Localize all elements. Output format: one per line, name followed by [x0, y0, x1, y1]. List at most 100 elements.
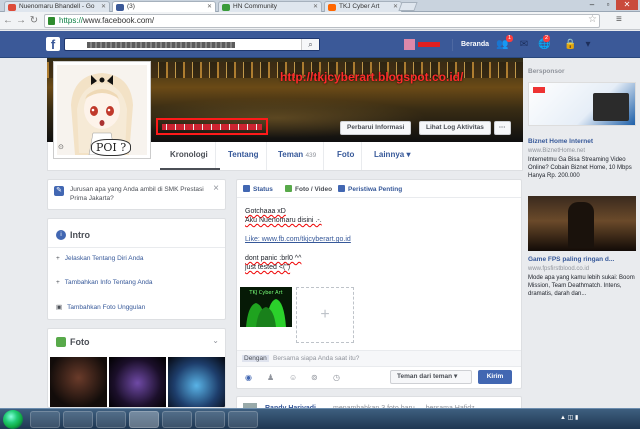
privacy-icon[interactable]: 🔒 [564, 39, 576, 50]
taskbar-explorer-icon[interactable] [63, 411, 93, 428]
hooded-figures-illustration: TKJ Cyber Art [240, 287, 292, 327]
reload-icon[interactable]: ↻ [28, 15, 40, 27]
describe-yourself-link[interactable]: + Jelaskan Tentang Diri Anda [56, 255, 143, 262]
taskbar-app-icon[interactable] [162, 411, 192, 428]
windows-taskbar: ▲ ◫ ▮ [0, 408, 640, 429]
post-button[interactable]: Kirim [478, 370, 512, 384]
plus-icon: + [56, 279, 60, 286]
location-icon[interactable]: ⊚ [311, 373, 318, 382]
close-window-icon[interactable]: ✕ [616, 0, 638, 10]
tag-person-icon[interactable]: ♟ [267, 373, 274, 382]
tab-label: Teman [278, 150, 304, 159]
tag-people-input[interactable]: Bersama siapa Anda saat itu? [273, 355, 359, 362]
username-redacted [418, 42, 440, 47]
search-input[interactable]: ⌕ [64, 38, 320, 51]
tab-label: Peristiwa Penting [348, 186, 403, 193]
close-icon[interactable]: ✕ [101, 3, 106, 10]
close-icon[interactable]: × [213, 183, 219, 194]
tab-life-event[interactable]: Peristiwa Penting [338, 185, 402, 193]
maximize-icon[interactable]: ▫ [600, 0, 616, 10]
tab-title: Nuenomaru Bhandell - Go [19, 3, 95, 10]
profile-shortcut[interactable] [404, 39, 440, 51]
tab-about[interactable]: Tentang [228, 142, 267, 170]
start-button[interactable] [3, 410, 23, 429]
taskbar-media-icon[interactable] [96, 411, 126, 428]
home-link[interactable]: Beranda [452, 39, 489, 51]
url-input[interactable]: https://www.facebook.com/ [44, 14, 600, 28]
ad-title[interactable]: Biznet Home Internet [528, 138, 593, 145]
question-text[interactable]: Jurusan apa yang Anda ambil di SMK Prest… [70, 185, 210, 203]
sponsored-column: Bersponsor Biznet Home Internet www.Bizn… [528, 68, 640, 378]
close-icon[interactable]: ✕ [393, 3, 398, 10]
bookmark-star-icon[interactable]: ☆ [588, 14, 597, 25]
tab-friends[interactable]: Teman 439 [278, 142, 325, 170]
link-label: Tambahkan Info Tentang Anda [64, 279, 153, 286]
minimize-icon[interactable]: – [584, 0, 600, 10]
browser-tab-google[interactable]: Nuenomaru Bhandell - Go ✕ [4, 1, 110, 12]
taskbar-app-icon[interactable] [228, 411, 258, 428]
add-photo-button[interactable]: + [296, 287, 354, 343]
tab-photos[interactable]: Foto [337, 142, 363, 170]
ad-device-image [593, 93, 629, 121]
audience-selector[interactable]: Teman dari teman ▾ [390, 370, 472, 384]
new-tab-button[interactable] [398, 2, 418, 11]
browser-menu-icon[interactable]: ≡ [616, 14, 622, 25]
search-text-redacted [87, 42, 235, 48]
ad-title[interactable]: Game FPS paling ringan d... [528, 256, 614, 263]
soldier-silhouette [568, 202, 594, 248]
sponsored-heading: Bersponsor [528, 68, 565, 75]
update-info-button[interactable]: Perbarui Informasi [340, 121, 412, 135]
poi-speech-text: POI ? [91, 139, 132, 156]
ad-link[interactable]: www.fpsfirstblood.co.id [528, 265, 638, 273]
activity-log-button[interactable]: Lihat Log Aktivitas [419, 121, 491, 135]
active-tab-indicator [160, 168, 220, 170]
taskbar-ie-icon[interactable] [30, 411, 60, 428]
post-text-line: Gotchaaa xD [245, 208, 286, 215]
pencil-icon: ✎ [54, 186, 64, 196]
tab-more[interactable]: Lainnya ▾ [374, 150, 410, 159]
tab-status[interactable]: Status [243, 185, 273, 193]
browser-tab-tkj[interactable]: TKJ Cyber Art ✕ [324, 1, 402, 12]
blogger-icon [328, 4, 336, 11]
chevron-down-icon[interactable]: ⌄ [212, 336, 219, 345]
search-icon[interactable]: ⌕ [301, 39, 319, 50]
photo-thumbnail[interactable] [109, 357, 166, 407]
camera-icon[interactable]: ◉ [245, 373, 252, 382]
tab-title: TKJ Cyber Art [339, 3, 380, 10]
ad-link[interactable]: www.BiznetHome.net [528, 147, 638, 155]
browser-tab-hn-community[interactable]: HN Community ✕ [218, 1, 322, 12]
taskbar-chrome-icon[interactable] [129, 411, 159, 428]
more-options-button[interactable]: ··· [494, 121, 511, 135]
system-tray[interactable]: ▲ ◫ ▮ [560, 414, 578, 421]
cover-watermark: http://tkjcyberart.blogspot.co.id/ [280, 70, 464, 84]
ad-image-biznet[interactable] [528, 82, 636, 126]
url-host: www.facebook.com/ [83, 16, 155, 25]
facebook-logo[interactable]: f [46, 37, 60, 51]
taskbar-app-icon[interactable] [195, 411, 225, 428]
tab-timeline[interactable]: Kronologi [170, 142, 216, 170]
hn-icon [222, 4, 230, 11]
camera-icon[interactable]: ⊙ [58, 143, 68, 151]
photos-icon [56, 337, 66, 347]
post-text-line: just tested <(") [245, 264, 291, 271]
messages-icon[interactable]: ✉ [518, 39, 530, 50]
photo-thumbnail[interactable] [168, 357, 225, 407]
settings-dropdown-icon[interactable]: ▾ [582, 39, 594, 50]
tab-photo-video[interactable]: Foto / Video [285, 185, 332, 193]
feeling-icon[interactable]: ☺ [289, 373, 297, 382]
intro-title: Intro [70, 230, 90, 240]
add-info-link[interactable]: + Tambahkan Info Tentang Anda [56, 279, 153, 286]
photo-thumbnail[interactable] [50, 357, 107, 407]
forward-icon[interactable]: → [15, 15, 27, 27]
tab-title: HN Community [233, 3, 278, 10]
clock-icon[interactable]: ◷ [333, 373, 340, 382]
camera-icon [285, 185, 292, 192]
add-featured-photos-link[interactable]: ▣ Tambahkan Foto Unggulan [56, 303, 145, 311]
attached-photo[interactable]: TKJ Cyber Art [240, 287, 292, 327]
profile-picture[interactable]: POI ? [54, 62, 150, 158]
back-icon[interactable]: ← [2, 15, 14, 27]
close-icon[interactable]: ✕ [313, 3, 318, 10]
post-text-line: Like: www.fb.com/tkjcyberart.go.id [245, 236, 351, 243]
close-icon[interactable]: ✕ [207, 3, 212, 10]
ad-image-fps[interactable] [528, 196, 636, 251]
